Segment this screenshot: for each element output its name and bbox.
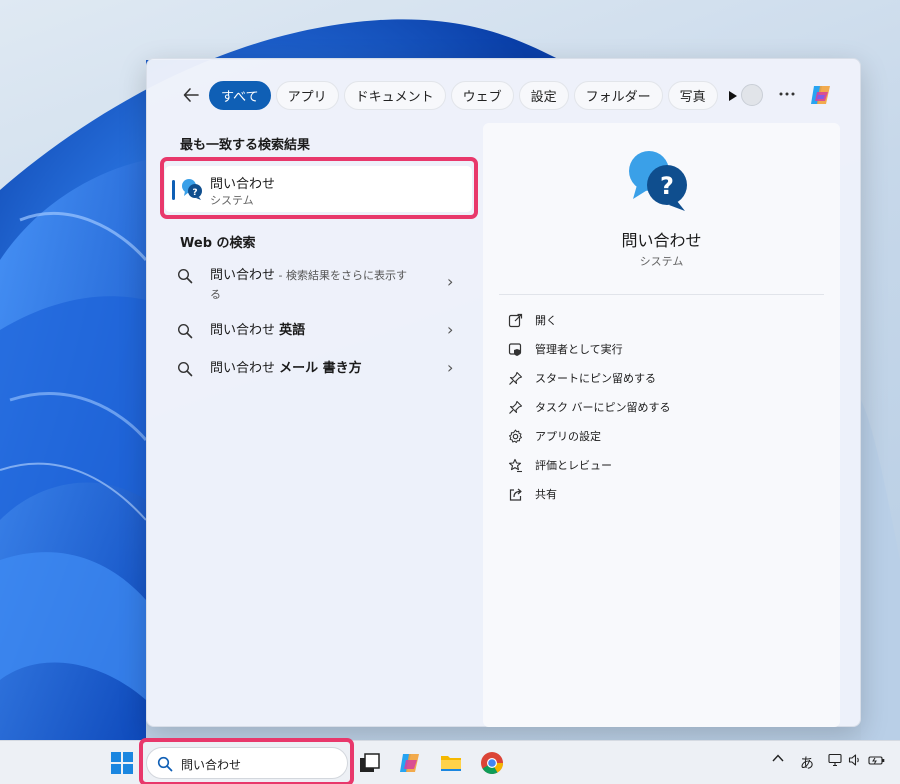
svg-text:?: ? (660, 172, 674, 200)
admin-shield-icon (508, 342, 522, 356)
chevron-up-icon (772, 754, 784, 762)
star-review-icon (508, 458, 522, 472)
filter-chip-settings[interactable]: 設定 (518, 81, 569, 110)
tray-status-group[interactable] (828, 753, 886, 767)
action-label: 共有 (535, 488, 557, 501)
web-result-query: 問い合わせ (210, 361, 276, 376)
more-filters-button[interactable] (723, 81, 743, 110)
action-app-settings[interactable]: アプリの設定 (508, 426, 601, 446)
more-options-button[interactable] (775, 81, 799, 107)
detail-subtitle: システム (639, 255, 684, 268)
action-pin-start[interactable]: スタートにピン留めする (508, 368, 656, 388)
search-panel: すべて アプリ ドキュメント ウェブ 設定 フォルダー 写真 最も一致する検索結… (146, 58, 861, 727)
action-rate-review[interactable]: 評価とレビュー (508, 455, 612, 475)
pin-icon (509, 400, 523, 414)
detail-title: 問い合わせ (621, 231, 702, 250)
action-label: スタートにピン留めする (535, 372, 656, 385)
gear-icon (509, 429, 522, 443)
filter-chip-documents[interactable]: ドキュメント (343, 81, 446, 110)
divider (499, 294, 824, 295)
search-icon (177, 323, 193, 339)
filter-chip-all[interactable]: すべて (209, 81, 271, 110)
action-label: 評価とレビュー (535, 459, 612, 472)
copilot-icon[interactable] (398, 751, 422, 775)
back-button[interactable] (179, 83, 203, 107)
account-avatar[interactable] (741, 84, 763, 106)
action-label: タスク バーにピン留めする (535, 401, 671, 414)
highlight-best-match (160, 157, 478, 219)
taskbar: 問い合わせ あ (0, 738, 900, 784)
filter-chip-photos[interactable]: 写真 (667, 81, 718, 110)
share-icon (509, 488, 522, 501)
tray-overflow-button[interactable] (772, 753, 784, 763)
action-open[interactable]: 開く (508, 310, 557, 330)
chevron-right-icon: › (447, 358, 454, 377)
volume-icon (848, 754, 859, 766)
filter-chip-folders[interactable]: フォルダー (573, 81, 663, 110)
battery-icon (868, 756, 885, 765)
get-help-app-icon: ? (629, 151, 687, 211)
task-view-icon[interactable] (358, 751, 382, 775)
web-result-item[interactable]: 問い合わせ メール 書き方 › (177, 358, 465, 378)
web-result-query: 問い合わせ (210, 268, 276, 283)
network-icon (828, 753, 842, 767)
search-icon (177, 361, 193, 377)
search-icon (177, 268, 193, 284)
web-result-hint-wrap: る (210, 288, 221, 301)
filter-chips: すべて アプリ ドキュメント ウェブ 設定 フォルダー 写真 (209, 81, 743, 110)
action-share[interactable]: 共有 (508, 484, 557, 504)
highlight-taskbar-search (139, 738, 354, 784)
ellipsis-icon (779, 92, 795, 96)
web-result-item[interactable]: 問い合わせ - 検索結果をさらに表示す る › (177, 266, 465, 304)
ime-indicator[interactable]: あ (800, 753, 814, 773)
web-result-item[interactable]: 問い合わせ 英語 › (177, 320, 465, 340)
web-result-suffix: メール 書き方 (279, 361, 362, 376)
filter-chip-apps[interactable]: アプリ (275, 81, 339, 110)
web-result-query: 問い合わせ (210, 323, 276, 338)
action-run-as-admin[interactable]: 管理者として実行 (508, 339, 623, 359)
copilot-icon[interactable] (808, 82, 834, 108)
open-external-icon (508, 313, 523, 327)
best-match-heading: 最も一致する検索結果 (180, 138, 311, 153)
play-arrow-icon (728, 90, 737, 101)
web-result-suffix: 英語 (279, 323, 306, 338)
back-arrow-icon (183, 88, 199, 102)
chevron-right-icon: › (447, 320, 454, 339)
web-search-heading: Web の検索 (180, 236, 256, 251)
chevron-right-icon: › (447, 272, 454, 291)
action-label: 管理者として実行 (535, 343, 623, 356)
filter-chip-web[interactable]: ウェブ (450, 81, 514, 110)
action-pin-taskbar[interactable]: タスク バーにピン留めする (508, 397, 671, 417)
start-icon[interactable] (110, 751, 134, 775)
action-label: アプリの設定 (535, 430, 601, 443)
web-result-hint: - 検索結果をさらに表示す (275, 269, 407, 282)
file-explorer-icon[interactable] (439, 751, 463, 775)
search-filter-bar: すべて アプリ ドキュメント ウェブ 設定 フォルダー 写真 (147, 79, 860, 111)
pin-icon (509, 371, 523, 385)
chrome-icon[interactable] (480, 751, 504, 775)
detail-pane: ? 問い合わせ システム 開く 管理者として実行 スタートにピン留めする タスク… (483, 123, 840, 727)
action-label: 開く (535, 314, 557, 327)
